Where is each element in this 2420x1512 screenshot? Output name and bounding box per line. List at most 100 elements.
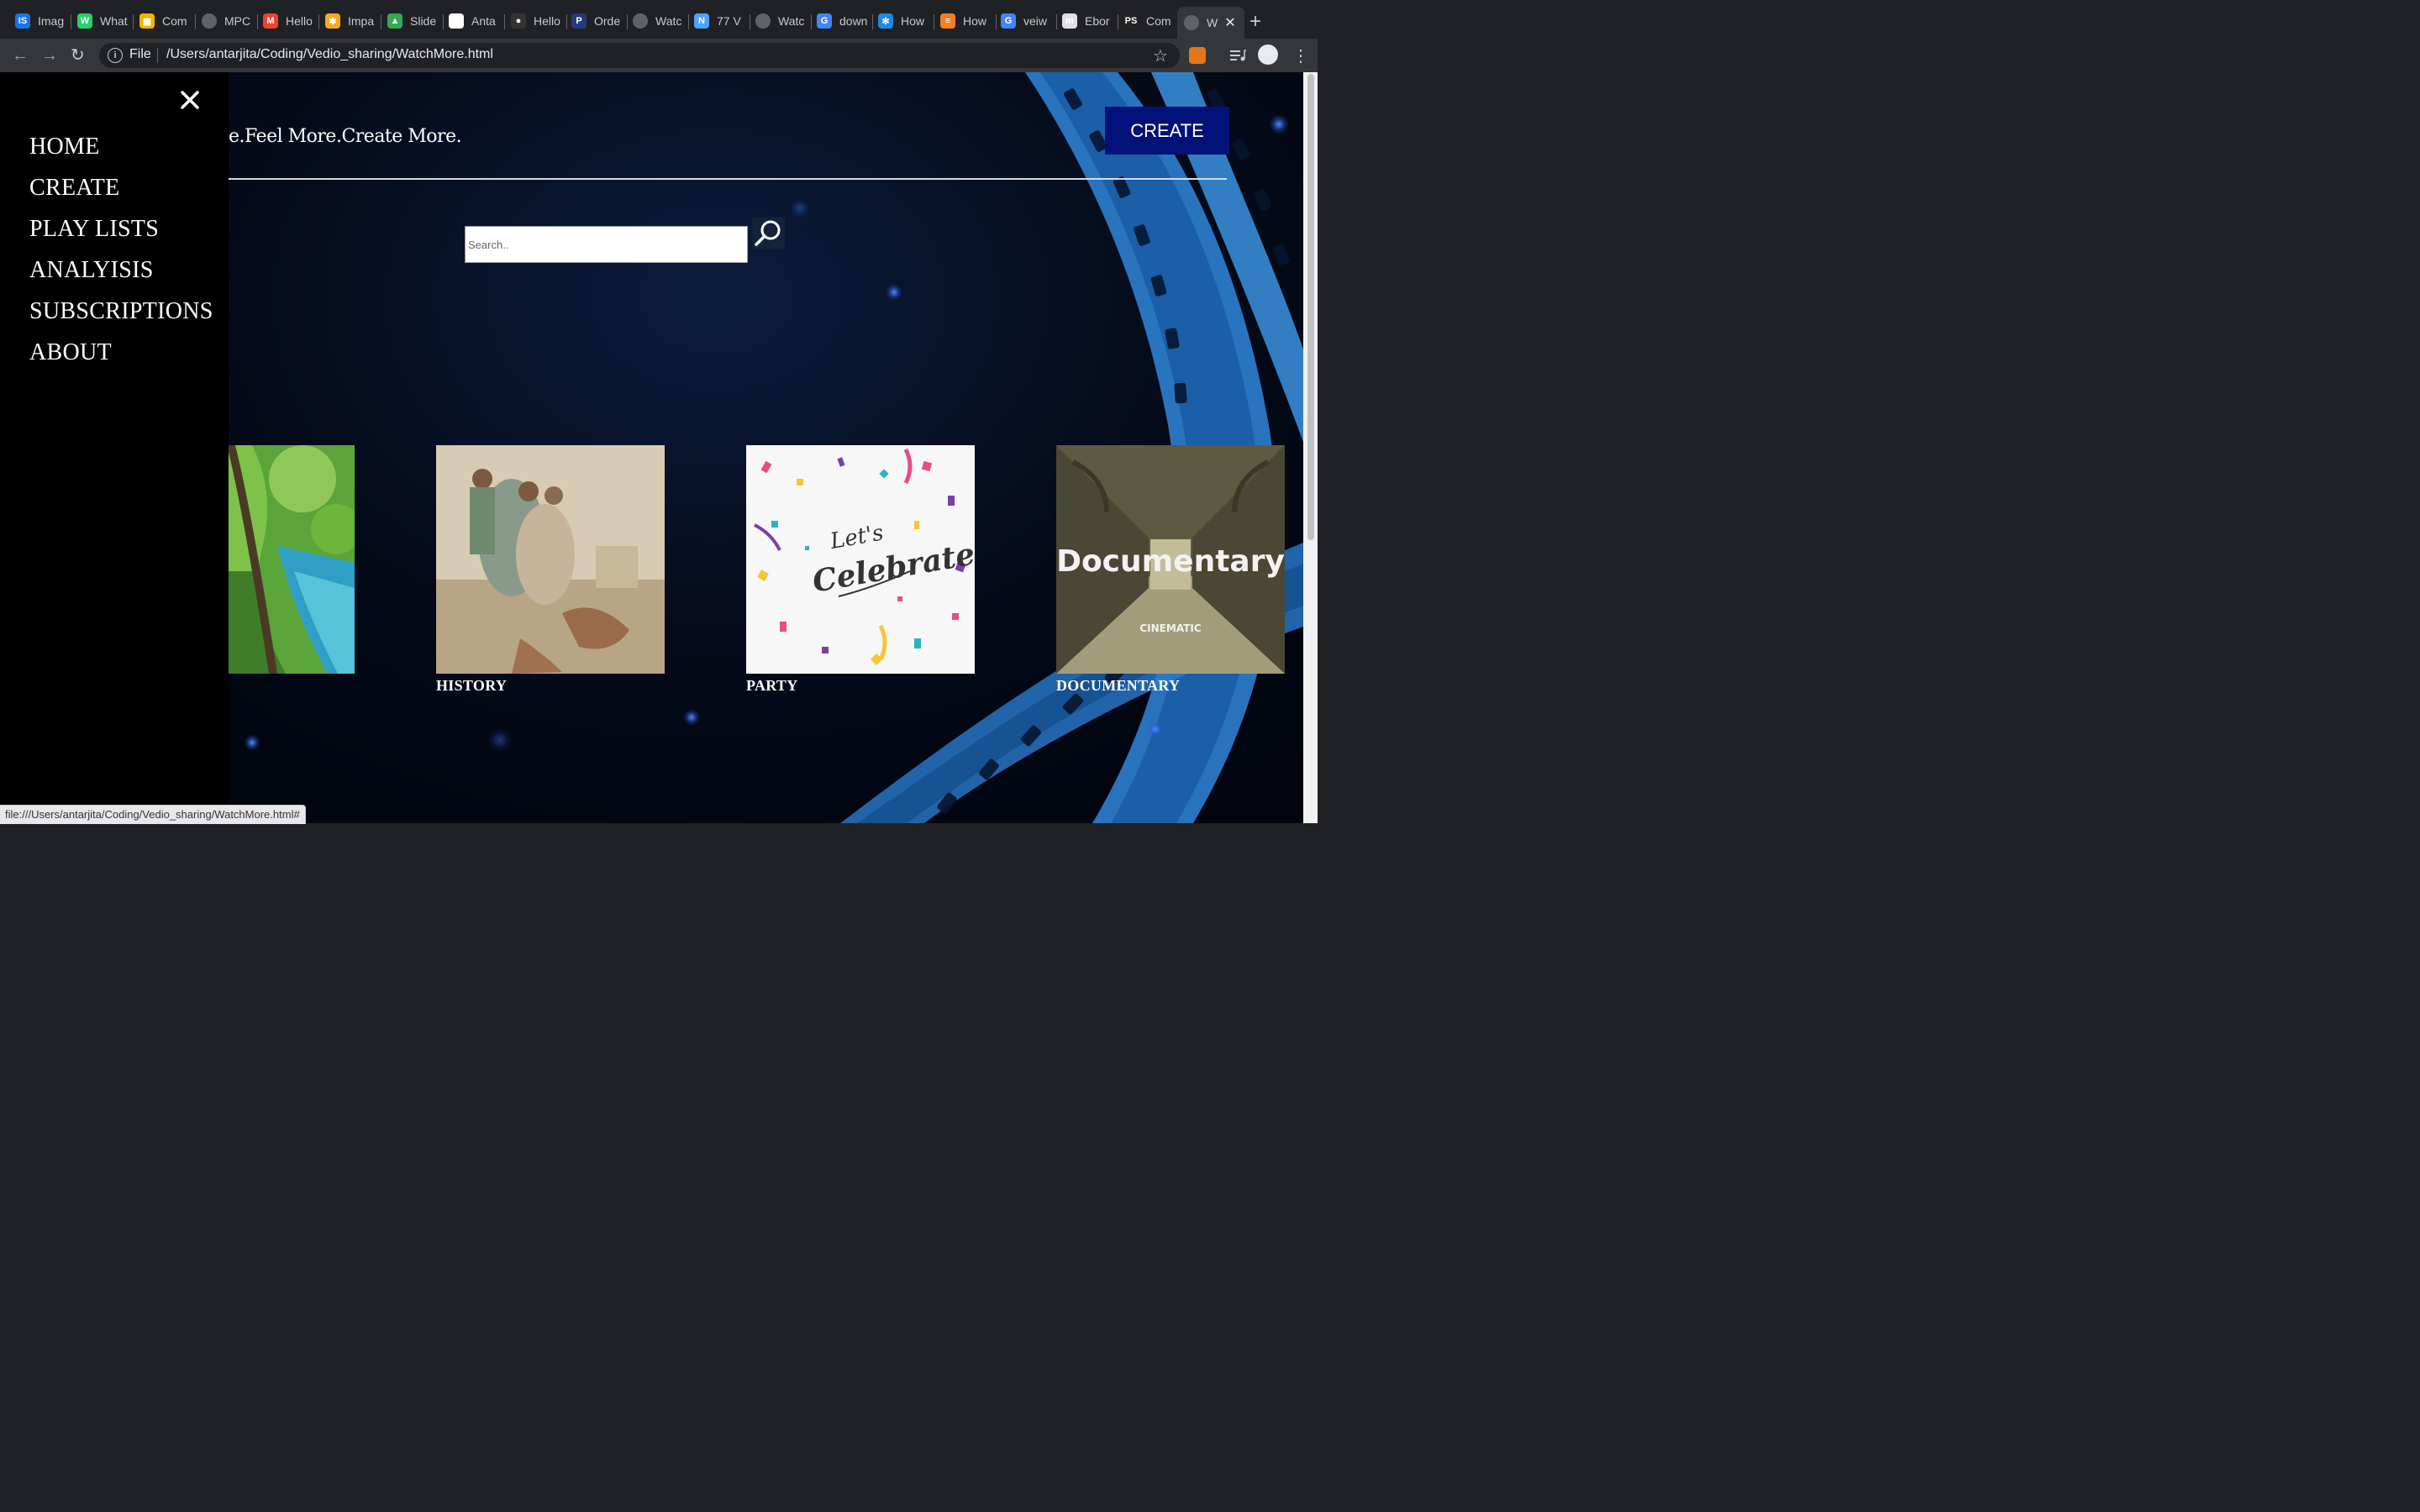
browser-tab-label: down <box>839 14 867 28</box>
browser-tab-label: How <box>901 14 925 28</box>
tab-close-icon[interactable]: ✕ <box>1224 14 1235 31</box>
search-icon <box>755 220 781 246</box>
tab-separator <box>688 14 689 29</box>
google-icon: G <box>817 13 832 29</box>
info-icon[interactable]: i <box>108 48 123 63</box>
create-button[interactable]: CREATE <box>1105 107 1229 155</box>
browser-tab-label: Slide <box>410 14 437 28</box>
gmail-icon: M <box>263 13 278 29</box>
browser-tab-label: Impa <box>348 14 375 28</box>
browser-tab-label: W <box>1207 16 1218 29</box>
media-controls-icon[interactable] <box>1229 49 1246 66</box>
ps-icon: PS <box>1123 13 1139 29</box>
profile-avatar[interactable] <box>1258 45 1278 65</box>
browser-tab-label: What <box>100 14 128 28</box>
tab-separator <box>504 14 505 29</box>
url-text[interactable]: /Users/antarjita/Coding/Vedio_sharing/Wa… <box>166 47 493 62</box>
menu-kebab-icon[interactable]: ⋮ <box>1292 45 1309 66</box>
light-dot <box>790 198 810 218</box>
is-icon: IS <box>15 13 30 29</box>
tab-separator <box>566 14 567 29</box>
link-status-bar: file:///Users/antarjita/Coding/Vedio_sha… <box>0 805 306 824</box>
bookmark-star-icon[interactable]: ☆ <box>1153 45 1168 66</box>
github-icon: ● <box>449 13 464 29</box>
category-card-history-image[interactable] <box>436 445 665 674</box>
tab-separator <box>195 14 196 29</box>
tab-separator <box>318 14 319 29</box>
browser-tab[interactable]: ✻ How <box>878 8 929 34</box>
browser-tab[interactable]: ✱ Impa <box>325 8 376 34</box>
browser-tab[interactable]: M Hello <box>263 8 313 34</box>
close-icon[interactable] <box>179 89 201 111</box>
globe-icon <box>755 13 771 29</box>
scrollbar-thumb[interactable] <box>1307 74 1314 540</box>
tab-separator <box>257 14 258 29</box>
browser-tab-label: Watc <box>655 14 682 28</box>
globe-icon <box>202 13 217 29</box>
category-label-documentary[interactable]: DOCUMENTARY <box>1056 677 1180 695</box>
browser-tab-label: Watc <box>778 14 805 28</box>
snowflake-icon: ✻ <box>878 13 893 29</box>
browser-tab[interactable]: Watc <box>755 8 806 34</box>
asterisk-icon: ✱ <box>325 13 340 29</box>
browser-tab[interactable]: ● Hello <box>511 8 561 34</box>
browser-tab-label: MPC <box>224 14 251 28</box>
browser-tab[interactable]: Gdown <box>817 8 867 34</box>
browser-tab[interactable]: ▲ Slide <box>387 8 438 34</box>
stack-icon: ≡ <box>940 13 955 29</box>
browser-tab-strip: IS Imag W What ▦ Com MPC M Hello ✱ Impa ▲ Slide ● Anta… <box>0 0 1318 39</box>
browser-tab-label: 77 V <box>717 14 741 28</box>
browser-tab-label: Ebor <box>1085 14 1110 28</box>
category-card-documentary-image[interactable]: Documentary CINEMATIC <box>1056 445 1285 674</box>
light-dot <box>244 734 260 751</box>
cinematic-image-subtitle: CINEMATIC <box>1139 622 1201 634</box>
sidenav-item-create[interactable]: CREATE <box>29 175 120 202</box>
light-dot <box>1147 721 1164 738</box>
browser-tab[interactable]: m Ebor <box>1062 8 1113 34</box>
tagline-text: e.Feel More.Create More. <box>229 126 462 147</box>
sidenav-item-home[interactable]: HOME <box>29 134 100 160</box>
reload-icon[interactable]: ↻ <box>71 45 85 66</box>
metamask-extension-icon[interactable] <box>1189 47 1206 64</box>
cloister-corridor-image: Documentary CINEMATIC <box>1056 445 1285 674</box>
back-icon[interactable]: ← <box>12 45 29 66</box>
browser-tab[interactable]: W What <box>77 8 128 34</box>
browser-tab[interactable]: ≡ How <box>940 8 991 34</box>
browser-tab-label: Com <box>1146 14 1171 28</box>
category-label-party[interactable]: PARTY <box>746 677 798 695</box>
sidenav-item-subscriptions[interactable]: SUBSCRIPTIONS <box>29 298 213 325</box>
documentary-image-title: Documentary <box>1056 544 1285 579</box>
browser-tab-label: Anta <box>471 14 496 28</box>
github-icon: ● <box>511 13 526 29</box>
sidenav-item-about[interactable]: ABOUT <box>29 339 112 366</box>
browser-tab[interactable]: ▦ Com <box>139 8 190 34</box>
google-icon: G <box>1001 13 1016 29</box>
p-icon: P <box>571 13 587 29</box>
browser-tab-label: Hello <box>534 14 560 28</box>
browser-tab[interactable]: W ✕ <box>1177 7 1244 39</box>
tab-separator <box>1056 14 1057 29</box>
light-dot <box>886 284 902 301</box>
whatsapp-icon: W <box>77 13 92 29</box>
drive-icon: ▲ <box>387 13 402 29</box>
browser-tab[interactable]: N 77 V <box>694 8 744 34</box>
light-dot <box>487 727 513 753</box>
forward-icon[interactable]: → <box>41 45 58 66</box>
browser-tab[interactable]: IS Imag <box>15 8 66 34</box>
category-card-party-image[interactable]: Let's Celebrate <box>746 445 975 674</box>
search-button[interactable] <box>752 218 785 249</box>
sidenav-item-playlists[interactable]: PLAY LISTS <box>29 216 159 243</box>
light-dot <box>683 709 700 726</box>
fresco-painting-image <box>436 445 665 674</box>
browser-tab[interactable]: P Orde <box>571 8 622 34</box>
browser-tab[interactable]: Watc <box>633 8 683 34</box>
browser-tab[interactable]: ● Anta <box>449 8 499 34</box>
browser-tab[interactable]: PS Com <box>1123 8 1174 34</box>
new-tab-icon[interactable]: + <box>1249 12 1261 32</box>
search-input[interactable] <box>465 226 748 263</box>
browser-tab[interactable]: MPC <box>202 8 252 34</box>
browser-tab[interactable]: Gveiw <box>1001 8 1051 34</box>
header-divider <box>229 178 1227 180</box>
category-label-history[interactable]: HISTORY <box>436 677 507 695</box>
sidenav-item-analysis[interactable]: ANALYISIS <box>29 257 154 284</box>
